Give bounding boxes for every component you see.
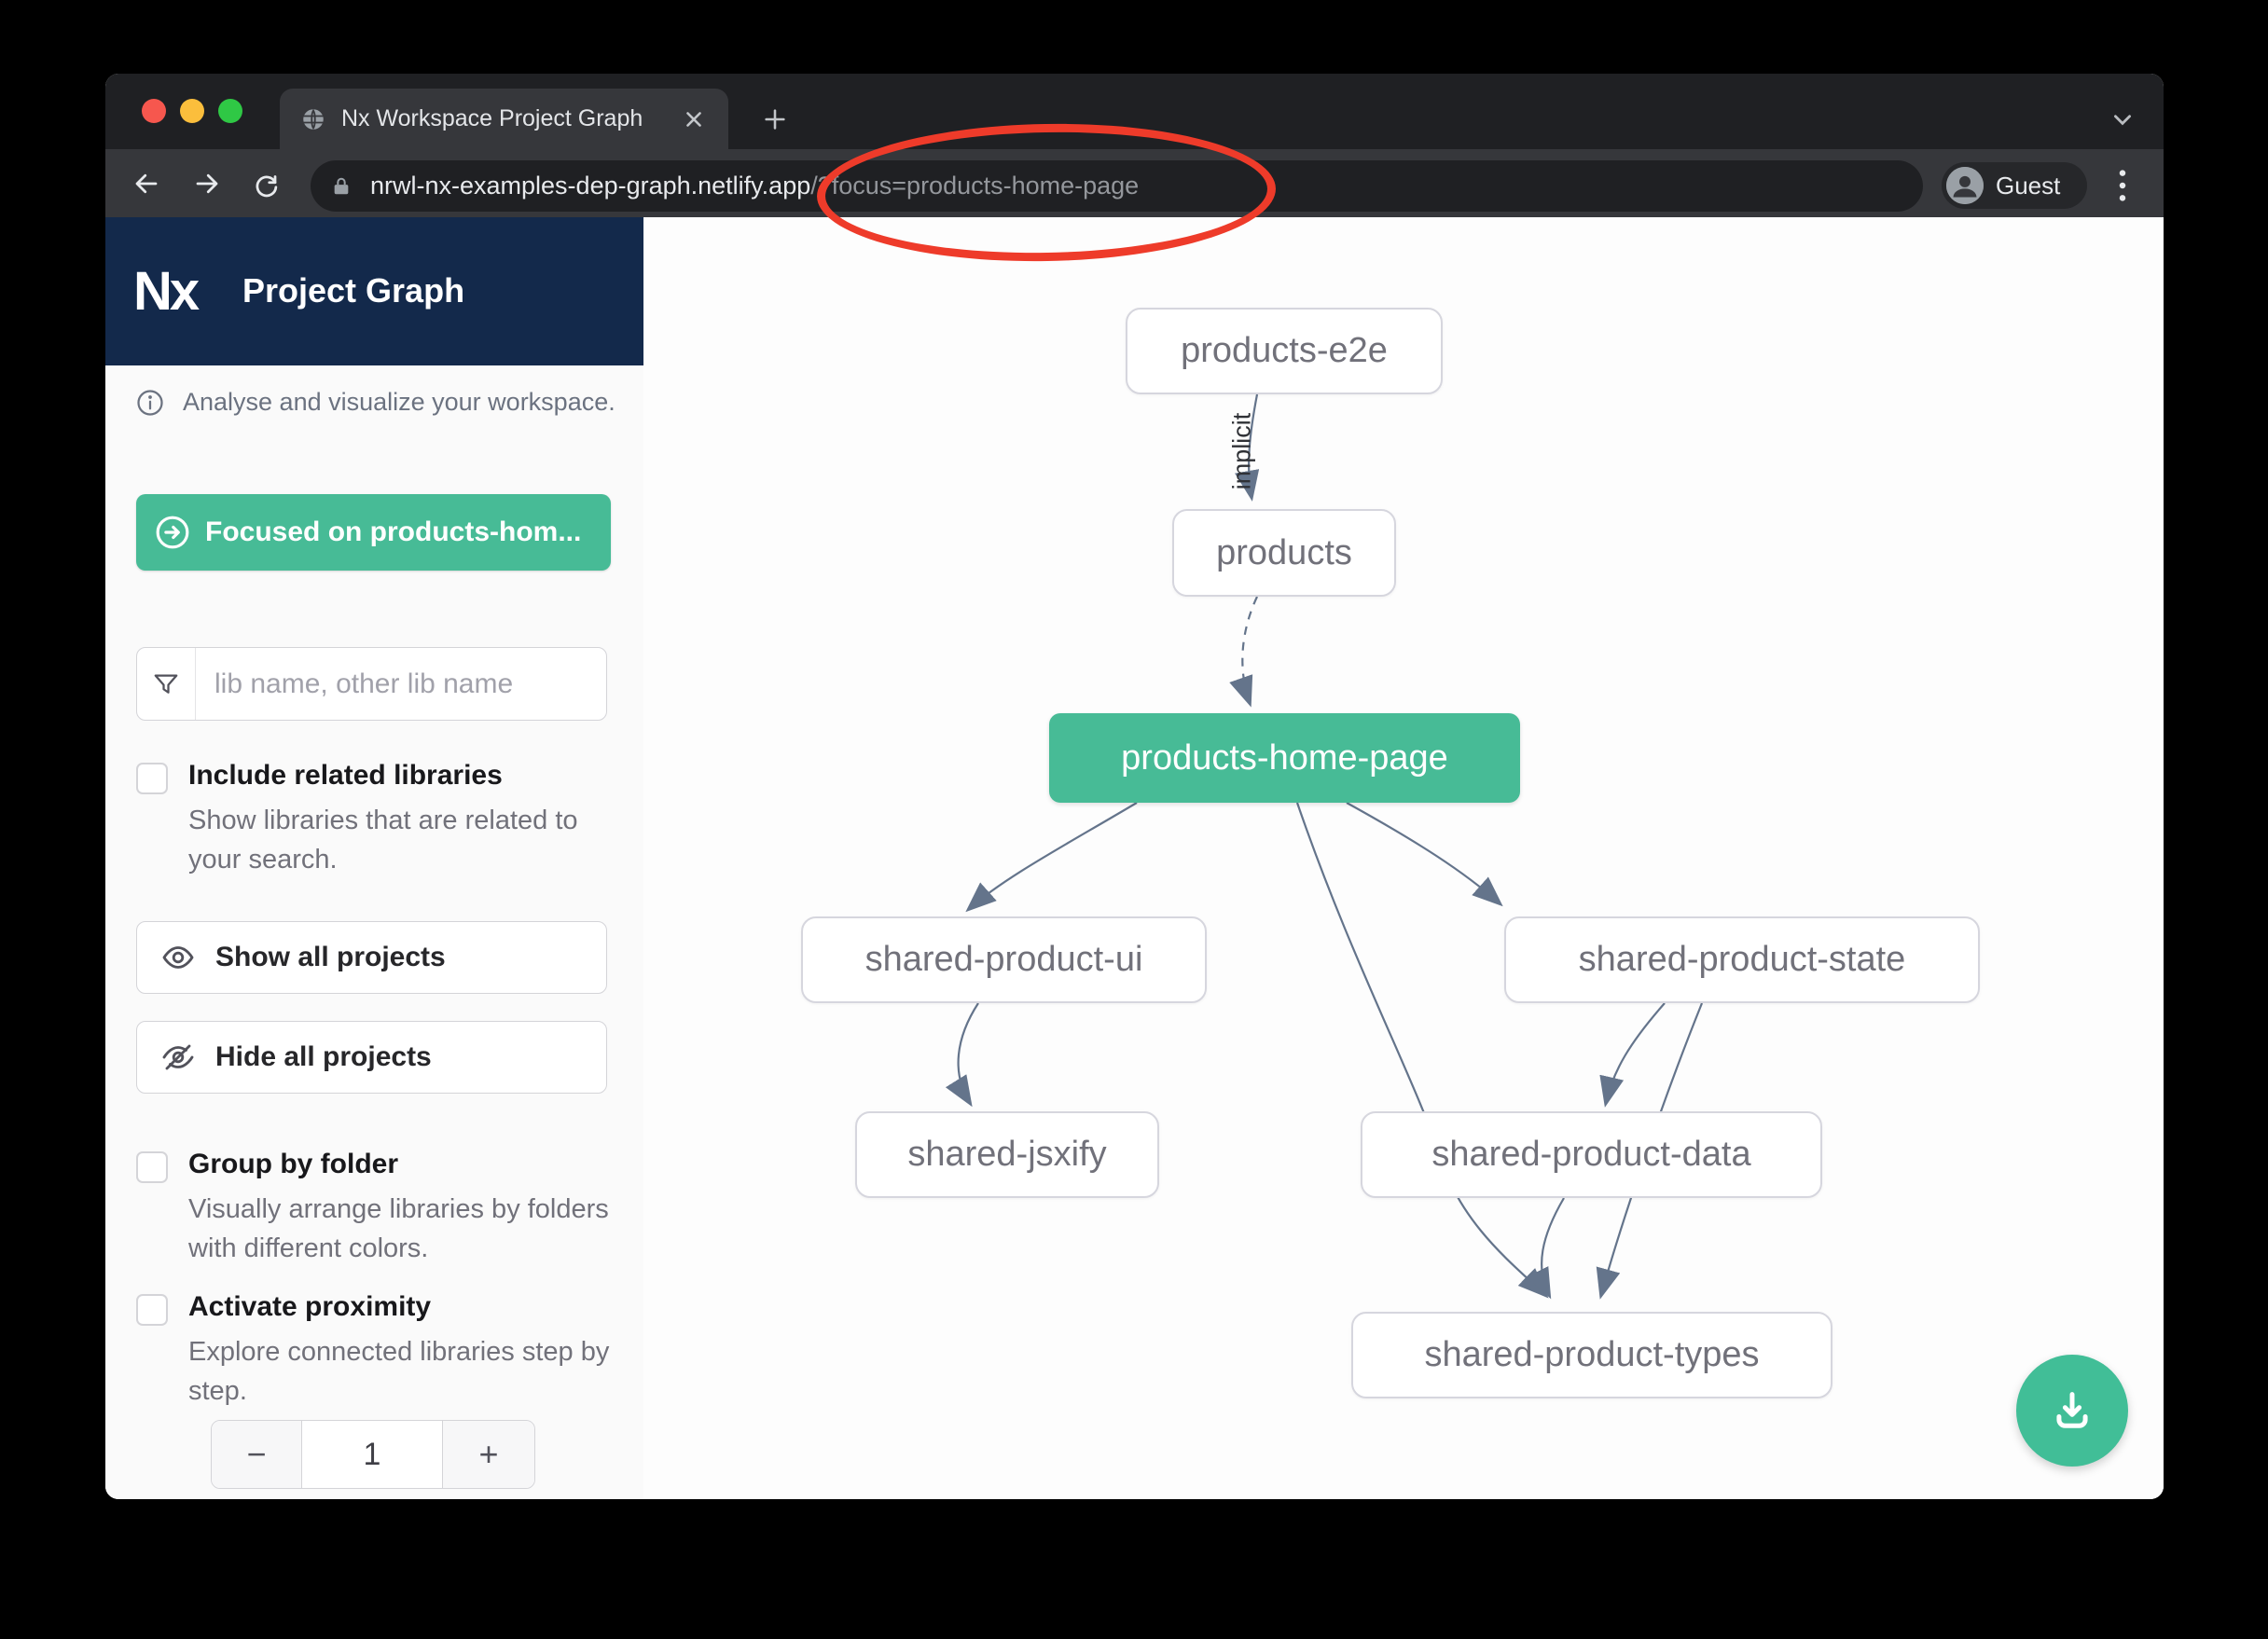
edge-home-ui: [969, 803, 1137, 909]
project-graph-canvas[interactable]: implicit products-e2e products products-…: [643, 217, 2164, 1499]
arrow-right-circle-icon: [155, 515, 190, 550]
forward-icon[interactable]: [193, 170, 221, 198]
chevron-down-icon[interactable]: [2109, 107, 2137, 131]
option-description: Show libraries that are related to your …: [188, 801, 636, 879]
tagline-row: Analyse and visualize your workspace.: [136, 388, 615, 417]
option-label: Group by folder: [188, 1149, 398, 1180]
node-products-e2e[interactable]: products-e2e: [1126, 308, 1443, 394]
edge-ui-jsxify: [959, 1003, 978, 1103]
graph-edges: [643, 217, 2164, 1499]
node-shared-product-data[interactable]: shared-product-data: [1361, 1111, 1822, 1198]
zoom-window-button[interactable]: [218, 99, 242, 123]
download-image-button[interactable]: [2016, 1355, 2128, 1467]
close-tab-icon[interactable]: [682, 107, 706, 131]
edge-state-data: [1606, 1003, 1665, 1103]
activate-proximity-checkbox[interactable]: [136, 1294, 168, 1326]
globe-icon: [300, 106, 326, 132]
funnel-icon: [137, 648, 196, 720]
url-domain: nrwl-nx-examples-dep-graph.netlify.app: [370, 172, 810, 200]
edge-home-types: [1297, 803, 1545, 1295]
node-shared-jsxify[interactable]: shared-jsxify: [855, 1111, 1159, 1198]
lock-icon: [331, 174, 352, 199]
group-by-folder-checkbox[interactable]: [136, 1151, 168, 1183]
nx-logo: Nx: [133, 260, 236, 324]
edge-data-types: [1542, 1198, 1564, 1295]
profile-label: Guest: [1996, 172, 2060, 200]
address-bar[interactable]: nrwl-nx-examples-dep-graph.netlify.app/?…: [311, 160, 1923, 212]
proximity-stepper: − 1 +: [211, 1420, 535, 1489]
new-tab-icon[interactable]: [762, 106, 788, 132]
page-title: Project Graph: [242, 271, 464, 310]
close-window-button[interactable]: [142, 99, 166, 123]
hide-all-projects-button[interactable]: Hide all projects: [136, 1021, 607, 1094]
screenshot-root: Nx Workspace Project Graph: [0, 0, 2268, 1639]
include-related-checkbox[interactable]: [136, 763, 168, 794]
stepper-decrease-button[interactable]: −: [212, 1421, 302, 1488]
node-products-home-page[interactable]: products-home-page: [1049, 713, 1520, 803]
hide-all-projects-label: Hide all projects: [215, 1041, 432, 1073]
browser-tab[interactable]: Nx Workspace Project Graph: [280, 89, 728, 149]
reload-icon[interactable]: [252, 170, 280, 198]
stepper-increase-button[interactable]: +: [442, 1421, 534, 1488]
show-all-projects-button[interactable]: Show all projects: [136, 921, 607, 994]
avatar: [1946, 167, 1984, 204]
menu-kebab-icon[interactable]: [2110, 166, 2135, 205]
node-shared-product-state[interactable]: shared-product-state: [1504, 916, 1980, 1003]
browser-toolbar: nrwl-nx-examples-dep-graph.netlify.app/?…: [105, 149, 2164, 217]
option-label: Activate proximity: [188, 1291, 431, 1323]
show-all-projects-label: Show all projects: [215, 942, 446, 973]
sidebar: Nx Project Graph Analyse and visualize y…: [105, 217, 644, 1499]
filter-box: [136, 647, 607, 721]
app-main: Nx Project Graph Analyse and visualize y…: [105, 217, 2164, 1499]
edge-home-state: [1347, 803, 1500, 903]
browser-window: Nx Workspace Project Graph: [105, 74, 2164, 1499]
option-description: Visually arrange libraries by folders wi…: [188, 1190, 636, 1268]
tab-strip: Nx Workspace Project Graph: [105, 74, 2164, 149]
filter-input[interactable]: [213, 668, 589, 701]
node-products[interactable]: products: [1172, 509, 1396, 597]
tagline-text: Analyse and visualize your workspace.: [183, 388, 615, 417]
back-icon[interactable]: [132, 170, 160, 198]
option-description: Explore connected libraries step by step…: [188, 1332, 636, 1411]
minimize-window-button[interactable]: [180, 99, 204, 123]
focused-button-label: Focused on products-hom...: [205, 516, 581, 548]
sidebar-header: Nx Project Graph: [105, 217, 643, 365]
download-icon: [2048, 1386, 2096, 1435]
url-path: /?focus=products-home-page: [810, 172, 1139, 200]
url-text: nrwl-nx-examples-dep-graph.netlify.app/?…: [370, 172, 1139, 200]
option-label: Include related libraries: [188, 760, 503, 792]
node-shared-product-types[interactable]: shared-product-types: [1351, 1312, 1832, 1398]
node-shared-product-ui[interactable]: shared-product-ui: [801, 916, 1207, 1003]
focused-button[interactable]: Focused on products-hom...: [136, 494, 611, 571]
stepper-value: 1: [302, 1421, 442, 1488]
edge-label-implicit: implicit: [1228, 413, 1257, 490]
info-icon: [136, 389, 164, 417]
tab-title: Nx Workspace Project Graph: [341, 105, 682, 132]
profile-button[interactable]: Guest: [1942, 162, 2087, 209]
edge-products-home: [1242, 597, 1257, 703]
eye-off-icon: [161, 1040, 195, 1074]
eye-icon: [161, 941, 195, 974]
